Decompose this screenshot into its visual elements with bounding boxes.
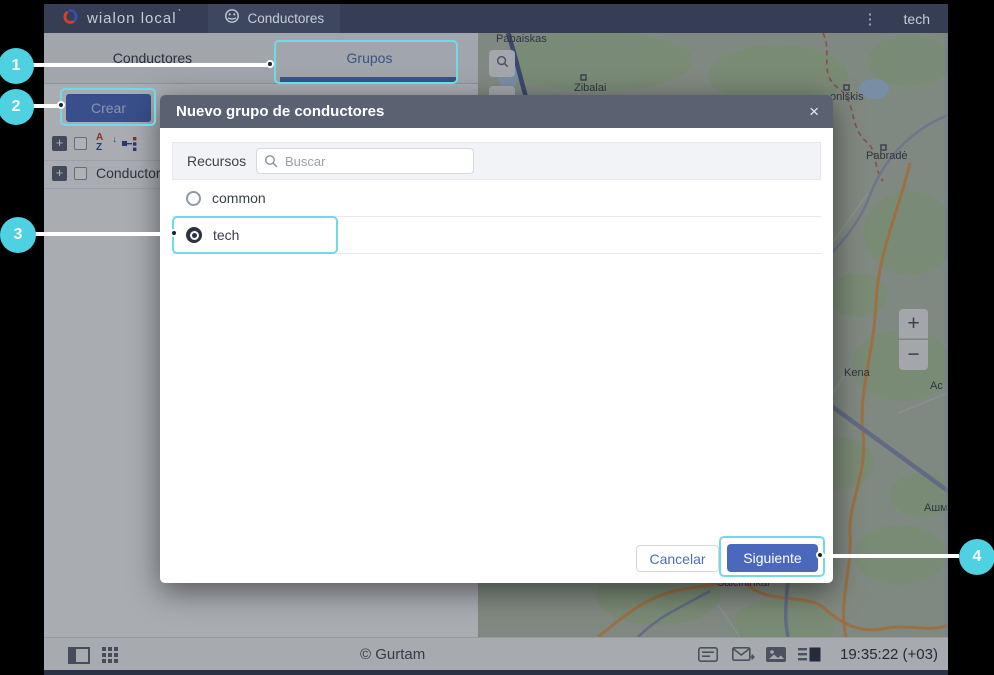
screenshot-stage: wialon local ˋ Conductores ⋮ tech Conduc…: [0, 0, 994, 675]
user-menu[interactable]: tech: [904, 11, 930, 27]
callout-line-1: [32, 63, 272, 67]
topbar-tab-conductores[interactable]: Conductores: [207, 4, 341, 33]
driver-icon: [224, 8, 240, 29]
cancel-button[interactable]: Cancelar: [636, 545, 719, 572]
resources-label: Recursos: [187, 153, 247, 169]
kebab-menu-icon[interactable]: ⋮: [863, 10, 878, 28]
callout-badge-3: 3: [0, 217, 36, 253]
highlight-box-next-button: [719, 536, 825, 577]
callout-dot-3: [170, 229, 178, 237]
dialog-title: Nuevo grupo de conductores: [176, 103, 385, 120]
logo-text: wialon local: [87, 10, 177, 27]
search-icon: [264, 154, 278, 173]
highlight-box-grupos-tab: [274, 40, 458, 84]
highlight-box-create-button: [60, 88, 156, 126]
highlight-box-tech-option: [172, 216, 338, 254]
callout-badge-4: 4: [959, 539, 994, 575]
option-label: common: [212, 190, 266, 206]
dialog-titlebar: Nuevo grupo de conductores ×: [160, 95, 833, 128]
callout-badge-1: 1: [0, 48, 34, 84]
top-bar: wialon local ˋ Conductores ⋮ tech: [44, 4, 948, 33]
wialon-logo-icon: [62, 8, 79, 30]
radio-unchecked[interactable]: [186, 190, 201, 206]
callout-line-4: [822, 554, 959, 558]
resource-search: [256, 148, 474, 174]
wialon-logo: wialon local ˋ: [62, 6, 182, 30]
resource-option-common[interactable]: common: [172, 180, 821, 217]
callout-dot-2: [57, 101, 65, 109]
resources-bar: Recursos: [172, 142, 821, 180]
callout-dot-1: [266, 60, 274, 68]
logo-accent: ˋ: [177, 6, 182, 21]
callout-line-3: [34, 232, 175, 236]
callout-dot-4: [816, 551, 824, 559]
topbar-tab-label: Conductores: [247, 11, 325, 26]
callout-badge-2: 2: [0, 89, 34, 125]
close-icon[interactable]: ×: [809, 103, 819, 120]
new-driver-group-dialog: Nuevo grupo de conductores × Recursos co…: [160, 95, 833, 583]
search-input[interactable]: [256, 148, 474, 174]
